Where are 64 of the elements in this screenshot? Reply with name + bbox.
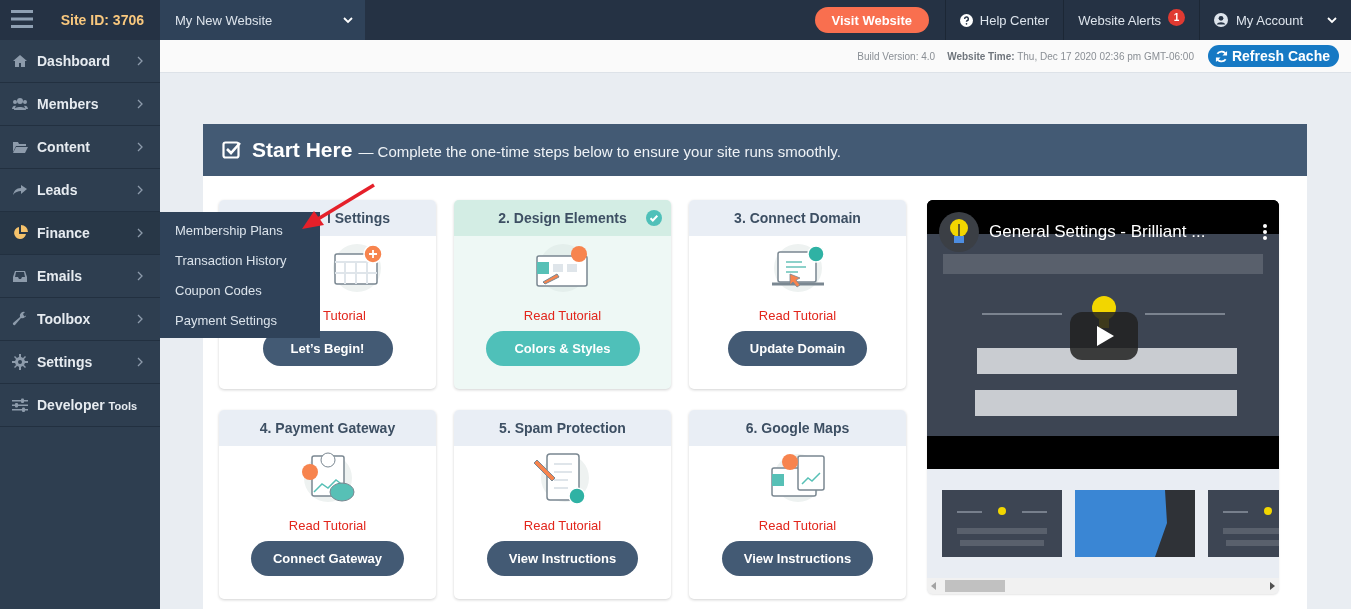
pie-chart-icon	[12, 225, 28, 241]
more-icon[interactable]	[1263, 224, 1267, 240]
gear-icon	[12, 354, 28, 370]
play-button-icon[interactable]	[1070, 312, 1138, 360]
step-action-button[interactable]: View Instructions	[486, 541, 639, 576]
site-dropdown[interactable]: My New Website	[160, 0, 365, 40]
step-action-button[interactable]: Connect Gateway	[250, 541, 405, 576]
lightbulb-avatar-icon	[939, 212, 979, 252]
step-title: 4. Payment Gateway	[259, 420, 396, 436]
checkbox-icon	[222, 140, 242, 160]
sidebar-item[interactable]: Developer Tools	[0, 384, 160, 427]
wrench-icon	[12, 311, 28, 327]
home-icon	[12, 53, 28, 69]
step-title: 3. Connect Domain	[734, 210, 861, 226]
step-action-button[interactable]: View Instructions	[721, 541, 874, 576]
chevron-right-icon	[136, 314, 144, 324]
build-version: Build Version: 4.0	[857, 50, 936, 62]
menu-icon[interactable]	[11, 9, 33, 28]
chevron-down-icon	[343, 16, 353, 24]
read-tutorial-link[interactable]: Read Tutorial	[758, 518, 837, 533]
sidebar-item[interactable]: Content	[0, 126, 160, 169]
read-tutorial-link[interactable]: Read Tutorial	[523, 518, 602, 533]
alert-count-badge: 1	[1168, 8, 1185, 26]
scroll-left-icon[interactable]	[931, 582, 936, 590]
chevron-right-icon	[136, 142, 144, 152]
panel-subtitle: — Complete the one-time steps below to ensure your site runs smoothly.	[358, 143, 841, 160]
video-title[interactable]: General Settings - Brilliant ...	[989, 222, 1253, 242]
step-title: 6. Google Maps	[745, 420, 850, 436]
check-circle-icon	[646, 210, 662, 226]
sidebar-item[interactable]: Settings	[0, 341, 160, 384]
chevron-right-icon	[136, 228, 144, 238]
flyout-menu-item[interactable]: Transaction History	[160, 245, 320, 275]
step-action-button[interactable]: Update Domain	[727, 331, 868, 366]
scrollbar-thumb[interactable]	[945, 580, 1005, 592]
sidebar-item[interactable]: Finance	[0, 212, 160, 255]
user-icon	[1214, 13, 1228, 27]
flyout-menu-item[interactable]: Coupon Codes	[160, 275, 320, 305]
panel-title: Start Here	[252, 138, 353, 162]
website-time: Website Time: Thu, Dec 17 2020 02:36 pm GMT-06:00	[947, 50, 1194, 62]
read-tutorial-link[interactable]: Read Tutorial	[523, 308, 602, 323]
chevron-right-icon	[136, 99, 144, 109]
sidebar-item[interactable]: Members	[0, 83, 160, 126]
inbox-icon	[12, 268, 28, 284]
help-icon	[959, 13, 973, 27]
folder-icon	[12, 139, 28, 155]
step-title: 2. Design Elements	[498, 210, 627, 226]
refresh-icon	[1214, 49, 1228, 63]
read-tutorial-link[interactable]: Read Tutorial	[288, 518, 367, 533]
read-tutorial-link[interactable]: Read Tutorial	[758, 308, 837, 323]
scroll-right-icon[interactable]	[1270, 582, 1275, 590]
users-icon	[12, 96, 28, 112]
step-title: 5. Spam Protection	[499, 420, 626, 436]
chevron-right-icon	[136, 56, 144, 66]
chevron-right-icon	[136, 185, 144, 195]
read-tutorial-link[interactable]: Tutorial	[323, 308, 366, 323]
site-id: Site ID: 3706	[60, 12, 144, 28]
horizontal-scrollbar[interactable]	[927, 578, 1279, 594]
flyout-menu-item[interactable]: Membership Plans	[160, 215, 320, 245]
step-action-button[interactable]: Let’s Begin!	[262, 331, 393, 366]
sliders-icon	[12, 397, 28, 413]
refresh-cache-button[interactable]: Refresh Cache	[1207, 45, 1339, 67]
chevron-right-icon	[136, 357, 144, 367]
chevron-down-icon	[1327, 16, 1337, 24]
chevron-right-icon	[136, 271, 144, 281]
